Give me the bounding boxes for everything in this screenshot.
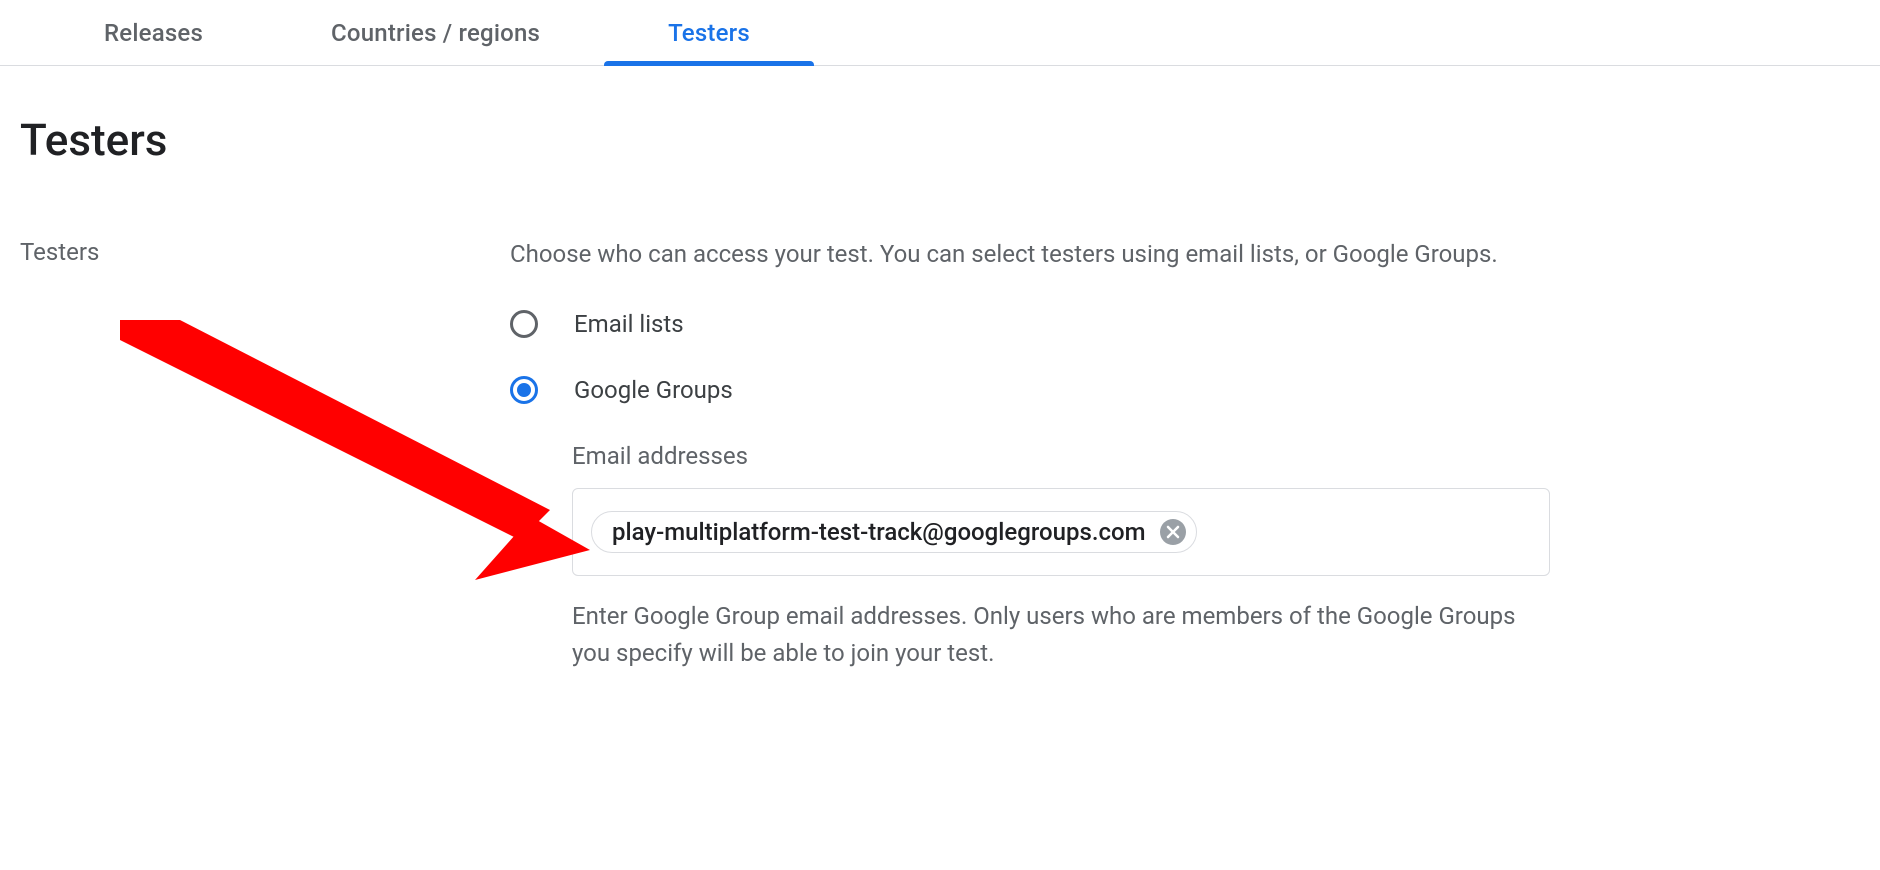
radio-google-groups-label: Google Groups	[574, 376, 733, 404]
section-description: Choose who can access your test. You can…	[510, 236, 1550, 272]
email-chip-text: play-multiplatform-test-track@googlegrou…	[612, 518, 1146, 546]
tabs-bar: Releases Countries / regions Testers	[0, 0, 1880, 66]
email-addresses-helper: Enter Google Group email addresses. Only…	[572, 598, 1550, 672]
radio-google-groups[interactable]: Google Groups	[510, 376, 1550, 404]
section-label: Testers	[20, 236, 510, 266]
testers-section: Testers Choose who can access your test.…	[20, 236, 1880, 672]
email-addresses-input[interactable]: play-multiplatform-test-track@googlegrou…	[572, 488, 1550, 576]
page-title: Testers	[20, 114, 1880, 166]
radio-checked-icon	[510, 376, 538, 404]
tab-testers[interactable]: Testers	[604, 1, 814, 65]
radio-unchecked-icon	[510, 310, 538, 338]
tab-countries-regions[interactable]: Countries / regions	[267, 1, 604, 65]
email-addresses-label: Email addresses	[572, 442, 1550, 470]
tab-releases[interactable]: Releases	[40, 1, 267, 65]
email-chip: play-multiplatform-test-track@googlegrou…	[591, 511, 1197, 553]
radio-email-lists[interactable]: Email lists	[510, 310, 1550, 338]
remove-chip-button[interactable]	[1160, 519, 1186, 545]
radio-email-lists-label: Email lists	[574, 310, 684, 338]
close-icon	[1166, 525, 1180, 539]
